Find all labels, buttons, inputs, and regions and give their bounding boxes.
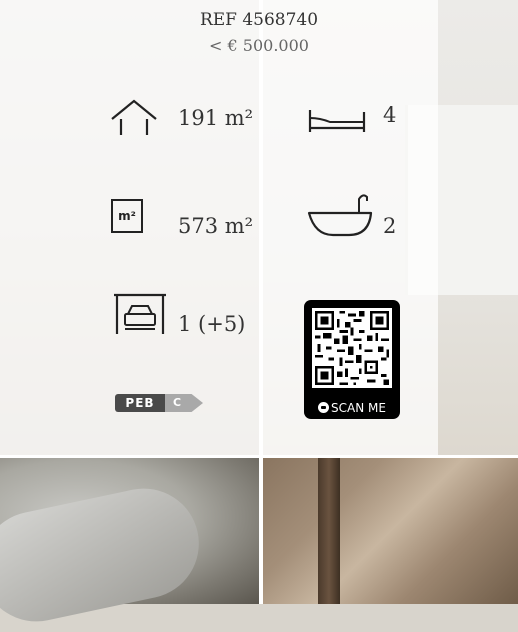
qr-code-icon — [312, 308, 392, 388]
reference-number: REF 4568740 — [199, 10, 319, 30]
qr-code-card[interactable]: SCAN ME — [304, 300, 400, 419]
peb-badge: PEB C — [115, 394, 203, 412]
land-area-value: 573 m² — [178, 214, 254, 238]
price-range: < € 500.000 — [209, 36, 309, 55]
background-wood-post — [318, 458, 340, 604]
bathrooms-value: 2 — [383, 214, 397, 238]
qr-scan-text: SCAN ME — [331, 401, 386, 415]
living-area-value: 191 m² — [178, 106, 254, 130]
photo-divider-horizontal — [0, 455, 518, 458]
bedrooms-value: 4 — [383, 103, 397, 127]
peb-rating: C — [165, 394, 203, 412]
garage-icon — [114, 293, 166, 334]
bathtub-icon — [307, 194, 373, 237]
land-area-icon: m² — [111, 199, 143, 233]
bed-icon — [308, 110, 366, 132]
qr-scan-icon — [318, 402, 330, 413]
peb-label: PEB — [115, 394, 165, 412]
house-icon — [111, 99, 157, 135]
parking-value: 1 (+5) — [178, 312, 246, 336]
qr-scan-label: SCAN ME — [304, 401, 400, 415]
background-photo-floor — [263, 458, 518, 604]
